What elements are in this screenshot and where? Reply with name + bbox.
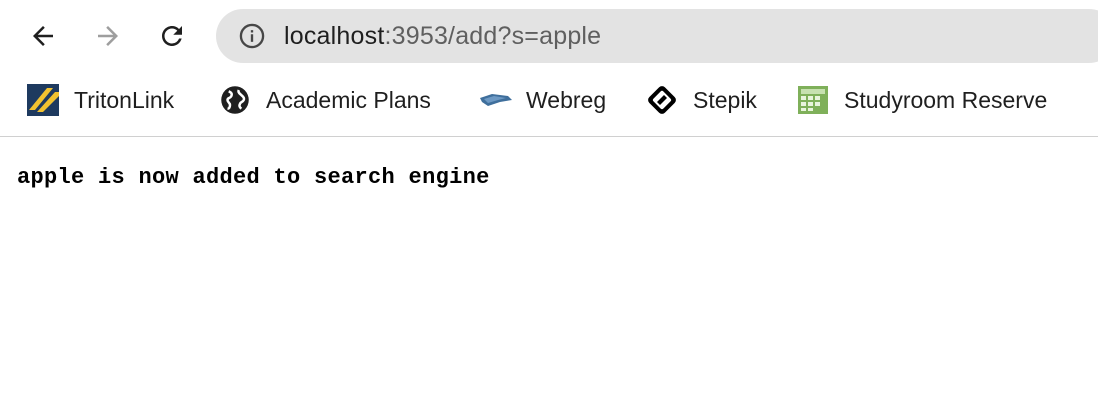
url-text[interactable]: localhost:3953/add?s=apple — [284, 22, 601, 51]
arrow-left-icon — [33, 26, 53, 46]
bookmark-label: TritonLink — [74, 86, 175, 113]
bookmark-webreg[interactable]: Webreg — [478, 80, 606, 120]
bookmark-academic-plans[interactable]: Academic Plans — [218, 80, 431, 120]
info-icon[interactable] — [238, 22, 266, 50]
webreg-icon — [478, 83, 512, 117]
url-host: localhost — [284, 21, 385, 50]
bookmark-label: Stepik — [693, 86, 757, 113]
bookmark-tritonlink[interactable]: TritonLink — [26, 80, 174, 120]
address-bar[interactable]: localhost:3953/add?s=apple — [216, 9, 1098, 63]
calendar-icon — [796, 83, 830, 117]
bookmarks-bar: TritonLink Academic Plans Webreg Stepik … — [0, 80, 1098, 120]
stepik-icon — [645, 83, 679, 117]
bookmark-label: Webreg — [526, 86, 607, 113]
page-message: apple is now added to search engine — [17, 165, 490, 190]
bookmark-label: Academic Plans — [266, 86, 431, 113]
forward-button[interactable] — [90, 18, 126, 54]
reload-button[interactable] — [154, 18, 190, 54]
globe-icon — [218, 83, 252, 117]
reload-icon — [162, 26, 182, 46]
back-button[interactable] — [25, 18, 61, 54]
arrow-right-icon — [98, 26, 118, 46]
tritonlink-icon — [26, 83, 60, 117]
bookmark-studyroom-reserve[interactable]: Studyroom Reserve — [796, 80, 1047, 120]
bookmark-stepik[interactable]: Stepik — [645, 80, 757, 120]
browser-chrome: localhost:3953/add?s=apple TritonLink Ac… — [0, 0, 1098, 137]
bookmark-label: Studyroom Reserve — [844, 86, 1048, 113]
url-path: :3953/add?s=apple — [384, 21, 602, 50]
